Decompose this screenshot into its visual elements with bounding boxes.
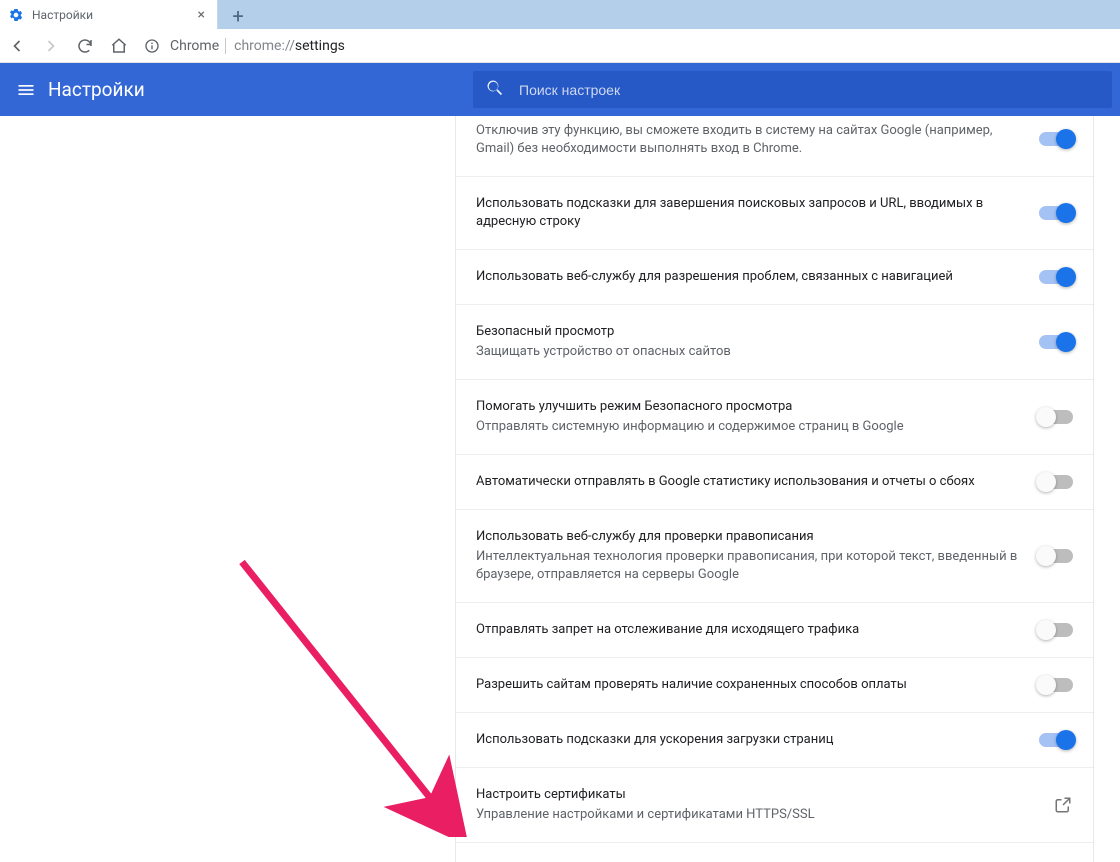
- row-text: Отправлять запрет на отслеживание для ис…: [476, 621, 1023, 639]
- row-description: Отключив эту функцию, вы сможете входить…: [476, 122, 1023, 158]
- row-description: Отправлять системную информацию и содерж…: [476, 418, 1023, 436]
- toggle-switch[interactable]: [1039, 475, 1073, 489]
- settings-row[interactable]: Настройки контентаВыбрать, какие данные …: [456, 843, 1093, 862]
- reload-button[interactable]: [72, 33, 98, 59]
- row-text: Безопасный просмотр Защищать устройство о…: [476, 323, 1023, 361]
- row-text: Помогать улучшить режим Безопасного прос…: [476, 398, 1023, 436]
- row-text: Разрешить вход в ChromeОтключив эту функ…: [476, 120, 1023, 158]
- close-icon[interactable]: ×: [194, 5, 209, 25]
- row-text: Использовать подсказки для ускорения заг…: [476, 731, 1023, 749]
- settings-row: Отправлять запрет на отслеживание для ис…: [456, 603, 1093, 658]
- annotation-arrow: [237, 557, 467, 841]
- toggle-switch[interactable]: [1039, 335, 1073, 349]
- url-path: settings: [295, 38, 345, 54]
- row-description: Защищать устройство от опасных сайтов: [476, 343, 1023, 361]
- row-title: Помогать улучшить режим Безопасного прос…: [476, 398, 1023, 416]
- settings-row: Использовать веб-службу для разрешения п…: [456, 250, 1093, 305]
- forward-button[interactable]: [38, 33, 64, 59]
- settings-row: Использовать веб-службу для проверки пра…: [456, 510, 1093, 603]
- settings-row: Использовать подсказки для ускорения заг…: [456, 713, 1093, 768]
- row-title: Использовать веб-службу для проверки пра…: [476, 528, 1023, 546]
- settings-row: Безопасный просмотр Защищать устройство о…: [456, 305, 1093, 380]
- search-input[interactable]: [519, 82, 1100, 98]
- back-button[interactable]: [4, 33, 30, 59]
- row-text: Автоматически отправлять в Google статис…: [476, 473, 1023, 491]
- row-title: Разрешить сайтам проверять наличие сохра…: [476, 676, 1023, 694]
- external-link-icon[interactable]: [1053, 795, 1073, 815]
- settings-content: Разрешить вход в ChromeОтключив эту функ…: [0, 116, 1120, 862]
- row-text: Настроить сертификаты Управление настройк…: [476, 786, 1037, 824]
- menu-button[interactable]: [8, 72, 44, 108]
- tab-strip: Настройки × +: [0, 0, 1120, 29]
- page-title: Настройки: [48, 78, 145, 101]
- url-prefix: chrome://: [234, 38, 295, 54]
- toggle-switch[interactable]: [1039, 132, 1073, 146]
- row-text: Разрешить сайтам проверять наличие сохра…: [476, 676, 1023, 694]
- settings-row[interactable]: Настроить сертификаты Управление настройк…: [456, 768, 1093, 843]
- browser-tab-settings[interactable]: Настройки ×: [0, 0, 218, 29]
- row-text: Использовать веб-службу для разрешения п…: [476, 268, 1023, 286]
- tab-title: Настройки: [32, 8, 194, 22]
- row-title: Автоматически отправлять в Google статис…: [476, 473, 1023, 491]
- toggle-switch[interactable]: [1039, 206, 1073, 220]
- row-title: Отправлять запрет на отслеживание для ис…: [476, 621, 1023, 639]
- address-bar: Chrome chrome://settings: [0, 29, 1120, 63]
- settings-row: Разрешить сайтам проверять наличие сохра…: [456, 658, 1093, 713]
- row-title: Использовать подсказки для завершения по…: [476, 195, 1023, 231]
- toggle-switch[interactable]: [1039, 549, 1073, 563]
- search-icon: [485, 78, 505, 102]
- toggle-switch[interactable]: [1039, 270, 1073, 284]
- site-info-icon[interactable]: [144, 38, 160, 54]
- url-chrome-label: Chrome: [170, 38, 226, 54]
- row-title: Использовать подсказки для ускорения заг…: [476, 731, 1023, 749]
- row-title: Использовать веб-службу для разрешения п…: [476, 268, 1023, 286]
- toggle-switch[interactable]: [1039, 733, 1073, 747]
- row-description: Интеллектуальная технология проверки пра…: [476, 548, 1023, 584]
- settings-row: Использовать подсказки для завершения по…: [456, 177, 1093, 250]
- row-title: Безопасный просмотр: [476, 323, 1023, 341]
- row-text: Использовать подсказки для завершения по…: [476, 195, 1023, 231]
- home-button[interactable]: [106, 33, 132, 59]
- row-title: Настроить сертификаты: [476, 786, 1037, 804]
- settings-row: Разрешить вход в ChromeОтключив эту функ…: [456, 116, 1093, 177]
- toggle-switch[interactable]: [1039, 410, 1073, 424]
- settings-header: Настройки: [0, 63, 1120, 116]
- settings-row: Помогать улучшить режим Безопасного прос…: [456, 380, 1093, 455]
- row-text: Использовать веб-службу для проверки пра…: [476, 528, 1023, 584]
- row-description: Управление настройками и сертификатами H…: [476, 806, 1037, 824]
- address-field[interactable]: Chrome chrome://settings: [140, 33, 1116, 59]
- toggle-switch[interactable]: [1039, 623, 1073, 637]
- toggle-switch[interactable]: [1039, 678, 1073, 692]
- settings-panel: Разрешить вход в ChromeОтключив эту функ…: [455, 116, 1094, 862]
- new-tab-button[interactable]: +: [220, 3, 256, 29]
- gear-icon: [8, 7, 24, 23]
- settings-row: Автоматически отправлять в Google статис…: [456, 455, 1093, 510]
- search-box[interactable]: [473, 71, 1112, 108]
